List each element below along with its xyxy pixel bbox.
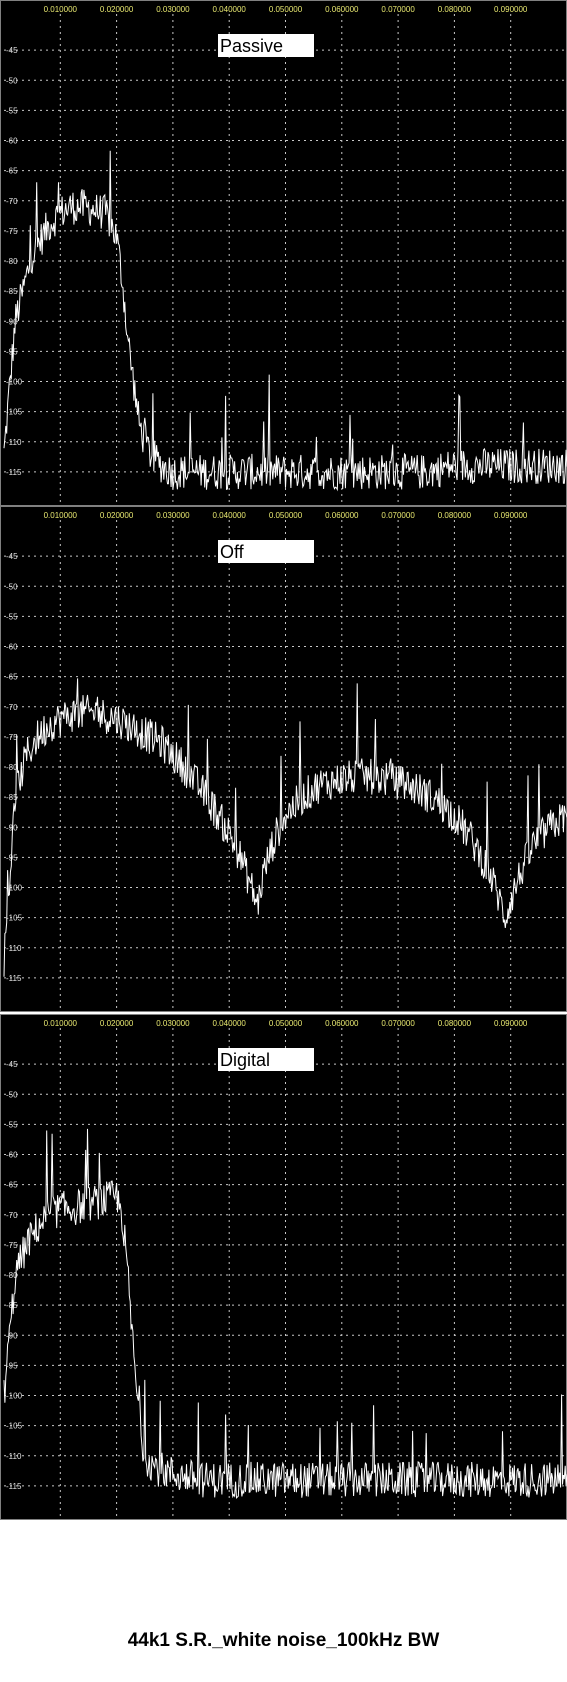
y-tick-label: -50	[6, 1090, 18, 1099]
plot-background	[0, 1014, 567, 1520]
x-tick-label: 0.020000	[100, 511, 134, 520]
y-tick-label: -55	[6, 1120, 18, 1129]
x-tick-label: 0.010000	[44, 1019, 78, 1028]
y-tick-label: -95	[6, 1361, 18, 1370]
y-tick-label: -90	[6, 317, 18, 326]
x-tick-label: 0.060000	[325, 511, 359, 520]
y-tick-label: -115	[6, 468, 22, 477]
y-tick-label: -65	[6, 673, 18, 682]
y-tick-label: -60	[6, 137, 18, 146]
y-tick-label: -65	[6, 167, 18, 176]
x-tick-label: 0.040000	[213, 5, 247, 14]
x-tick-label: 0.090000	[494, 5, 528, 14]
plot-background	[0, 506, 567, 1012]
spectrum-chart: 0.010000 0.020000 0.030000 0.040000 0.050000…	[0, 1014, 567, 1520]
x-tick-label: 0.070000	[381, 1019, 415, 1028]
x-tick-label: 0.010000	[44, 511, 78, 520]
x-tick-label: 0.080000	[438, 511, 472, 520]
y-tick-label: -55	[6, 612, 18, 621]
y-tick-label: -110	[6, 438, 22, 447]
y-tick-label: -115	[6, 1482, 22, 1491]
panel-off: 0.010000 0.020000 0.030000 0.040000 0.050000…	[0, 506, 567, 1012]
y-tick-label: -45	[6, 1060, 18, 1069]
panel-digital: 0.010000 0.020000 0.030000 0.040000 0.050000…	[0, 1014, 567, 1520]
y-tick-label: -55	[6, 106, 18, 115]
y-tick-label: -50	[6, 582, 18, 591]
y-tick-label: -90	[6, 1331, 18, 1340]
y-tick-label: -60	[6, 1151, 18, 1160]
y-tick-label: -85	[6, 287, 18, 296]
panel-passive: 0.010000 0.020000 0.030000 0.040000 0.050000…	[0, 0, 567, 506]
spectrum-chart: 0.010000 0.020000 0.030000 0.040000 0.050000…	[0, 0, 567, 506]
x-tick-label: 0.040000	[213, 511, 247, 520]
x-tick-label: 0.090000	[494, 1019, 528, 1028]
y-tick-label: -115	[6, 974, 22, 983]
y-tick-label: -60	[6, 643, 18, 652]
x-tick-label: 0.030000	[156, 1019, 190, 1028]
x-tick-label: 0.010000	[44, 5, 78, 14]
x-tick-label: 0.050000	[269, 5, 303, 14]
y-tick-label: -50	[6, 76, 18, 85]
plot-background	[0, 0, 567, 506]
y-tick-label: -45	[6, 552, 18, 561]
x-tick-label: 0.080000	[438, 5, 472, 14]
y-tick-label: -110	[6, 1452, 22, 1461]
spectrum-chart: 0.010000 0.020000 0.030000 0.040000 0.050000…	[0, 506, 567, 1012]
x-tick-label: 0.080000	[438, 1019, 472, 1028]
y-tick-label: -105	[6, 408, 23, 417]
x-tick-label: 0.090000	[494, 511, 528, 520]
y-tick-label: -70	[6, 703, 18, 712]
x-tick-label: 0.020000	[100, 5, 134, 14]
x-tick-label: 0.030000	[156, 511, 190, 520]
panel-label: Digital	[220, 1050, 270, 1070]
y-tick-label: -45	[6, 46, 18, 55]
y-tick-label: -70	[6, 1211, 18, 1220]
y-tick-label: -75	[6, 1241, 18, 1250]
y-tick-label: -105	[6, 914, 23, 923]
panel-label: Passive	[220, 36, 283, 56]
x-tick-label: 0.030000	[156, 5, 190, 14]
x-tick-label: 0.020000	[100, 1019, 134, 1028]
x-tick-label: 0.060000	[325, 5, 359, 14]
y-tick-label: -105	[6, 1422, 23, 1431]
y-tick-label: -70	[6, 197, 18, 206]
y-tick-label: -65	[6, 1181, 18, 1190]
x-tick-label: 0.050000	[269, 511, 303, 520]
y-tick-label: -100	[6, 1392, 23, 1401]
y-tick-label: -80	[6, 257, 18, 266]
x-tick-label: 0.050000	[269, 1019, 303, 1028]
figure-caption: 44k1 S.R._white noise_100kHz BW	[127, 1630, 440, 1651]
x-tick-label: 0.040000	[213, 1019, 247, 1028]
x-tick-label: 0.060000	[325, 1019, 359, 1028]
y-tick-label: -75	[6, 227, 18, 236]
x-tick-label: 0.070000	[381, 5, 415, 14]
x-tick-label: 0.070000	[381, 511, 415, 520]
panel-label: Off	[220, 542, 245, 562]
y-tick-label: -110	[6, 944, 22, 953]
